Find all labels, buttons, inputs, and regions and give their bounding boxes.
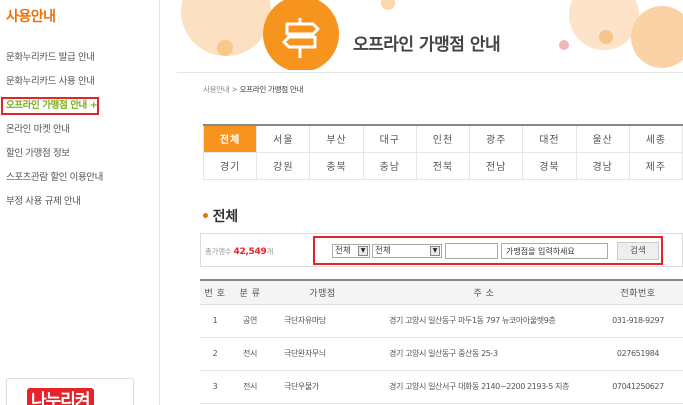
sidebar-item-misuse-regulation[interactable]: 부정 사용 규제 안내 <box>0 190 159 214</box>
search-type-select[interactable]: 전체 ▼ <box>332 244 370 258</box>
cell-category: 공연 <box>230 304 270 338</box>
decor-circle <box>631 6 683 68</box>
promo-logo: 나누리켜 <box>27 388 94 405</box>
sidebar-title: 사용안내 <box>6 9 56 25</box>
store-count-label: 총가맹수 <box>205 247 232 256</box>
signpost-icon <box>282 18 320 58</box>
region-tab-sejong[interactable]: 세종 <box>628 124 683 153</box>
region-input[interactable] <box>445 243 498 259</box>
store-count-unit: 개 <box>266 247 274 256</box>
cell-phone: 07041250627 <box>593 370 683 404</box>
region-tabs: 전체 서울 부산 대구 인천 광주 대전 울산 세종 경기 강원 충북 충남 전… <box>202 124 683 180</box>
region-tab-ulsan[interactable]: 울산 <box>575 124 630 153</box>
search-form: 전체 ▼ 전체 ▼ 검색 <box>313 236 663 265</box>
cell-phone: 031-918-9297 <box>593 304 683 338</box>
search-type-value: 전체 <box>335 246 351 256</box>
promo-banner[interactable]: 나누리켜 <box>6 378 134 405</box>
sidebar-item-discount-store[interactable]: 할인 가맹점 정보 <box>0 142 159 166</box>
region-tab-all[interactable]: 전체 <box>202 124 258 153</box>
cell-category: 전시 <box>230 370 270 404</box>
dropdown-arrow-icon: ▼ <box>358 246 368 256</box>
region-tab-jeonbuk[interactable]: 전북 <box>415 151 471 180</box>
breadcrumb-current: 오프라인 가맹점 안내 <box>239 85 304 94</box>
region-tab-incheon[interactable]: 인천 <box>415 124 471 153</box>
header-divider <box>177 72 683 73</box>
sidebar-item-card-usage[interactable]: 문화누리카드 사용 안내 <box>0 70 159 94</box>
store-table: 번 호 분 류 가맹점 주 소 전화번호 1 공연 극단자유마당 경기 고양시 … <box>200 279 683 404</box>
table-row[interactable]: 2 전시 극단완자무늬 경기 고양시 일산동구 중산동 25-3 0276519… <box>200 337 683 371</box>
region-tab-jeju[interactable]: 제주 <box>628 151 683 180</box>
sidebar: 사용안내 문화누리카드 발급 안내 문화누리카드 사용 안내 오프라인 가맹점 … <box>0 0 160 405</box>
search-bar: 총가맹수 42,549개 전체 ▼ 전체 ▼ 검색 <box>200 233 683 267</box>
cell-store-name[interactable]: 극단자유마당 <box>270 304 375 338</box>
dropdown-arrow-icon: ▼ <box>430 246 440 256</box>
region-tab-jeonnam[interactable]: 전남 <box>469 151 524 180</box>
col-header-store: 가맹점 <box>270 279 375 305</box>
decor-circle <box>599 30 613 44</box>
decor-circle <box>559 40 569 50</box>
region-tab-daejeon[interactable]: 대전 <box>522 124 577 153</box>
sidebar-menu: 문화누리카드 발급 안내 문화누리카드 사용 안내 오프라인 가맹점 안내 + … <box>0 46 159 214</box>
signpost-icon-circle <box>263 0 339 70</box>
region-tab-chungbuk[interactable]: 충북 <box>309 151 364 180</box>
category-value: 전체 <box>375 246 391 256</box>
sidebar-item-sports-discount[interactable]: 스포츠관람 할인 이용안내 <box>0 166 159 190</box>
sidebar-item-offline-store[interactable]: 오프라인 가맹점 안내 + <box>0 94 159 118</box>
store-count: 총가맹수 42,549개 <box>205 246 273 257</box>
region-tab-gwangju[interactable]: 광주 <box>469 124 524 153</box>
store-name-input[interactable] <box>501 243 608 259</box>
col-header-category: 분 류 <box>230 279 270 305</box>
col-header-phone: 전화번호 <box>593 279 683 305</box>
sidebar-item-online-market[interactable]: 온라인 마켓 안내 <box>0 118 159 142</box>
store-count-value: 42,549 <box>233 247 267 257</box>
bullet-icon: • <box>201 209 210 225</box>
highlight-box <box>1 97 99 115</box>
sidebar-item-card-issue[interactable]: 문화누리카드 발급 안내 <box>0 46 159 70</box>
cell-no: 2 <box>200 337 230 371</box>
page-header: 오프라인 가맹점 안내 <box>161 0 683 70</box>
breadcrumb-separator: > <box>229 85 240 94</box>
cell-address: 경기 고양시 일산동구 중산동 25-3 <box>375 337 593 371</box>
region-tab-busan[interactable]: 부산 <box>309 124 364 153</box>
table-header-row: 번 호 분 류 가맹점 주 소 전화번호 <box>200 279 683 305</box>
cell-store-name[interactable]: 극단우물가 <box>270 370 375 404</box>
cell-phone: 027651984 <box>593 337 683 371</box>
region-tab-gyeonggi[interactable]: 경기 <box>202 151 258 180</box>
search-button[interactable]: 검색 <box>617 242 659 260</box>
cell-no: 1 <box>200 304 230 338</box>
category-select[interactable]: 전체 ▼ <box>372 244 442 258</box>
region-tab-daegu[interactable]: 대구 <box>362 124 417 153</box>
cell-address: 경기 고양시 일산동구 마두1동 797 뉴코아아울렛9층 <box>375 304 593 338</box>
cell-category: 전시 <box>230 337 270 371</box>
region-tab-seoul[interactable]: 서울 <box>256 124 311 153</box>
region-tab-gyeongnam[interactable]: 경남 <box>575 151 630 180</box>
col-header-address: 주 소 <box>375 279 593 305</box>
page-title: 오프라인 가맹점 안내 <box>353 35 501 55</box>
section-title-text: 전체 <box>212 209 238 225</box>
breadcrumb: 사용안내 > 오프라인 가맹점 안내 <box>203 84 303 95</box>
col-header-no: 번 호 <box>200 279 230 305</box>
table-row[interactable]: 1 공연 극단자유마당 경기 고양시 일산동구 마두1동 797 뉴코아아울렛9… <box>200 304 683 338</box>
decor-circle <box>217 40 233 56</box>
decor-circle <box>381 0 395 10</box>
region-tab-gyeongbuk[interactable]: 경북 <box>522 151 577 180</box>
table-row[interactable]: 3 전시 극단우물가 경기 고양시 일산서구 대화동 2140~2200 219… <box>200 370 683 404</box>
cell-no: 3 <box>200 370 230 404</box>
section-title: • 전체 <box>201 206 238 226</box>
cell-store-name[interactable]: 극단완자무늬 <box>270 337 375 371</box>
cell-address: 경기 고양시 일산서구 대화동 2140~2200 2193-5 지층 <box>375 370 593 404</box>
region-tab-gangwon[interactable]: 강원 <box>256 151 311 180</box>
region-tab-chungnam[interactable]: 충남 <box>362 151 417 180</box>
breadcrumb-parent[interactable]: 사용안내 <box>203 85 230 94</box>
